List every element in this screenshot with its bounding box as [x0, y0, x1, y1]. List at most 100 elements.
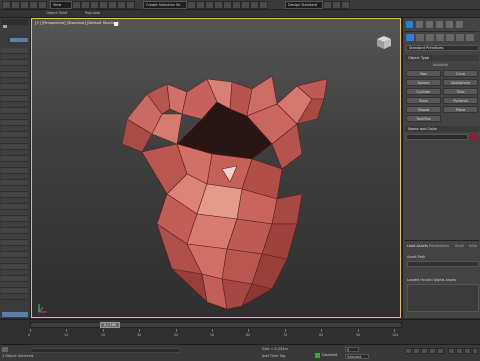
filter-icon[interactable] — [3, 25, 7, 28]
go-to-end-icon[interactable] — [437, 348, 444, 354]
name-and-color-rollout[interactable]: Name and Color — [405, 126, 479, 132]
pyramid-button[interactable]: Pyramid — [443, 97, 478, 104]
cameras-icon[interactable] — [436, 34, 444, 41]
box-button[interactable]: Box — [406, 70, 441, 77]
time-slider-thumb[interactable]: 0 / 100 — [100, 322, 120, 328]
textplus-button[interactable]: TextPlus — [406, 115, 441, 122]
geometry-icon[interactable] — [406, 34, 414, 41]
shapes-icon[interactable] — [416, 34, 424, 41]
key-filter-dropdown[interactable]: Selected — [345, 354, 369, 359]
unlink-icon[interactable] — [29, 1, 38, 9]
named-selection-sets-dropdown[interactable]: Create Selection Se — [143, 1, 187, 9]
sphere-button[interactable]: Sphere — [406, 79, 441, 86]
pan-icon[interactable] — [464, 348, 471, 354]
motion-tab-icon[interactable] — [436, 21, 443, 28]
render-icon[interactable] — [259, 1, 268, 9]
select-object-icon[interactable] — [72, 1, 81, 9]
primitives-dropdown[interactable]: Standard Primitives — [406, 45, 479, 51]
timeline-tick-label: 80 — [319, 333, 324, 337]
go-to-start-icon[interactable] — [405, 348, 412, 354]
scale-icon[interactable] — [117, 1, 126, 9]
ribbon-tab-object-paint[interactable]: Object Paint — [46, 11, 67, 16]
space-warps-icon[interactable] — [456, 34, 464, 41]
schematic-view-icon[interactable] — [223, 1, 232, 9]
zoom-icon[interactable] — [448, 348, 455, 354]
selected-scene-item[interactable] — [10, 38, 28, 42]
minimize-icon[interactable] — [332, 1, 341, 9]
timeline-tick-label: 70 — [283, 333, 288, 337]
timeline-tick-label: 0 — [28, 333, 31, 337]
rectangular-selection-icon[interactable] — [90, 1, 99, 9]
helpers-icon[interactable] — [446, 34, 454, 41]
auto-key-toggle-icon[interactable] — [315, 353, 320, 358]
snap-toggle-icon[interactable] — [126, 1, 135, 9]
bind-space-warp-icon[interactable] — [38, 1, 47, 9]
next-frame-icon[interactable] — [429, 348, 436, 354]
maximize-viewport-icon[interactable] — [472, 348, 478, 354]
maximize-icon[interactable] — [341, 1, 350, 9]
tube-button[interactable]: Tube — [443, 88, 478, 95]
layer-explorer-icon[interactable] — [205, 1, 214, 9]
align-icon[interactable] — [196, 1, 205, 9]
mirror-icon[interactable] — [187, 1, 196, 9]
add-time-tag-button[interactable]: Add Time Tag — [262, 354, 286, 358]
time-slider-track[interactable] — [30, 322, 402, 328]
torus-button[interactable]: Torus — [406, 97, 441, 104]
object-name-field[interactable] — [406, 134, 468, 140]
utilities-tab-icon[interactable] — [456, 21, 463, 28]
previous-frame-icon[interactable] — [413, 348, 420, 354]
object-color-swatch-fill — [470, 134, 478, 140]
viewport-layout-icon[interactable] — [323, 1, 332, 9]
autogrid-checkbox[interactable]: AutoGrid — [433, 63, 448, 67]
workspaces-dropdown[interactable]: Design Standard — [285, 1, 323, 9]
loaded-assets-list[interactable] — [407, 284, 479, 312]
undo-icon[interactable] — [2, 1, 11, 9]
tab-parameters[interactable]: Parameters — [429, 244, 449, 248]
object-type-rollout[interactable]: Object Type — [405, 55, 479, 61]
display-tab-icon[interactable] — [446, 21, 453, 28]
teapot-button[interactable]: Teapot — [406, 106, 441, 113]
lights-icon[interactable] — [426, 34, 434, 41]
track-bar-ruler[interactable]: 0 10 20 30 40 50 60 70 80 90 100 — [28, 329, 402, 343]
render-frame-icon[interactable] — [250, 1, 259, 9]
layer-toggle-bar[interactable] — [2, 312, 28, 317]
tab-shell[interactable]: Shell — [455, 244, 464, 248]
play-icon[interactable] — [421, 348, 428, 354]
rotate-icon[interactable] — [108, 1, 117, 9]
timeline-tick — [248, 329, 249, 332]
scene-item[interactable] — [1, 294, 27, 300]
tab-info[interactable]: Infor — [469, 244, 477, 248]
plane-button[interactable]: Plane — [443, 106, 478, 113]
create-tab-icon[interactable] — [406, 21, 413, 28]
systems-icon[interactable] — [466, 34, 474, 41]
link-icon[interactable] — [20, 1, 29, 9]
material-editor-icon[interactable] — [232, 1, 241, 9]
geosphere-button[interactable]: GeoSphere — [443, 79, 478, 86]
timeline-tick-label: 20 — [101, 333, 106, 337]
select-by-name-icon[interactable] — [81, 1, 90, 9]
tab-load-assets[interactable]: Load Assets — [407, 244, 428, 248]
cone-button[interactable]: Cone — [443, 70, 478, 77]
timeline-tick — [358, 329, 359, 332]
curve-editor-icon[interactable] — [214, 1, 223, 9]
viewport-maximize-icon[interactable] — [114, 22, 118, 26]
selection-filter-dropdown[interactable]: View — [50, 1, 72, 9]
hierarchy-tab-icon[interactable] — [426, 21, 433, 28]
current-frame-field[interactable]: 0 — [345, 347, 359, 352]
redo-icon[interactable] — [11, 1, 20, 9]
timeline-tick-label: 30 — [137, 333, 142, 337]
viewport-label[interactable]: [+] [Perspective] [Standard] [Default Sh… — [35, 21, 119, 25]
cylinder-button[interactable]: Cylinder — [406, 88, 441, 95]
maxscript-icon[interactable] — [2, 347, 8, 352]
object-color-swatch[interactable] — [470, 134, 478, 140]
timeline-tick-label: 50 — [210, 333, 215, 337]
perspective-viewport[interactable]: [+] [Perspective] [Standard] [Default Sh… — [31, 18, 401, 318]
asset-path-field[interactable] — [407, 261, 479, 267]
modify-tab-icon[interactable] — [416, 21, 423, 28]
ribbon-tab-populate[interactable]: Populate — [85, 11, 100, 16]
viewcube-icon[interactable] — [374, 35, 394, 51]
render-setup-icon[interactable] — [241, 1, 250, 9]
move-icon[interactable] — [99, 1, 108, 9]
heart-model[interactable] — [112, 74, 342, 314]
orbit-icon[interactable] — [456, 348, 463, 354]
